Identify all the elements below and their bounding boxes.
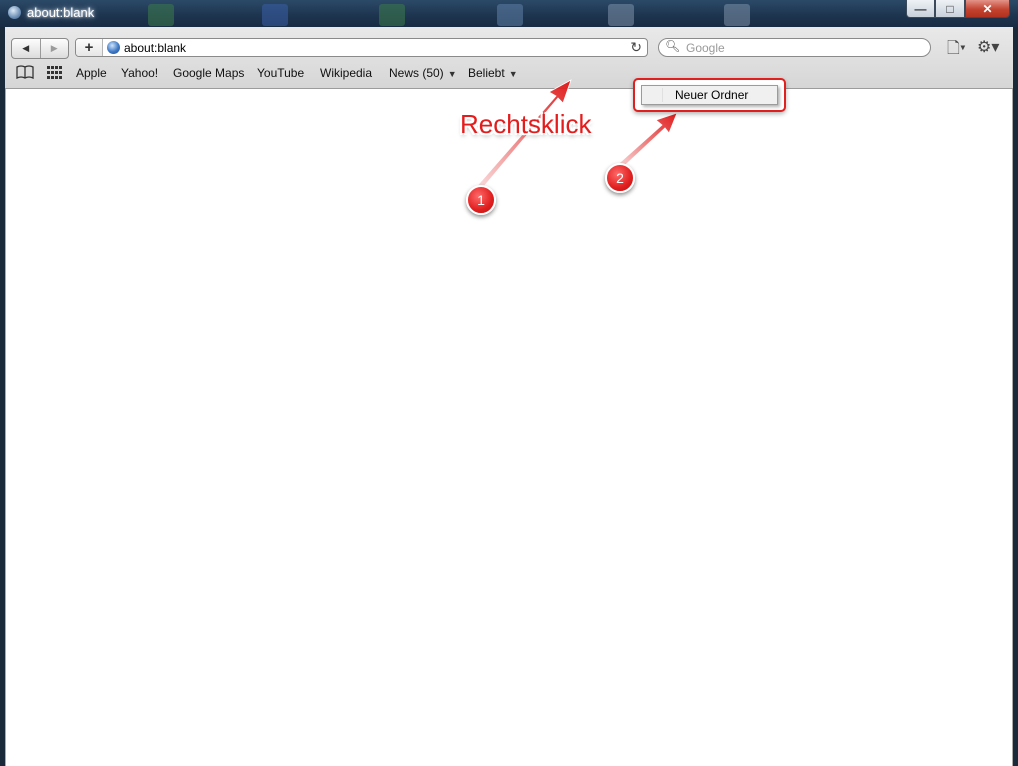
context-menu-highlight: Neuer Ordner <box>633 78 786 112</box>
page-menu-button[interactable]: 🗋▾ <box>947 37 966 64</box>
search-field[interactable]: 🔍︎ Google <box>658 38 931 57</box>
globe-icon <box>107 41 120 54</box>
magnifier-icon: 🔍︎ <box>665 39 681 53</box>
bookmark-youtube[interactable]: YouTube <box>257 66 304 80</box>
bookmarks-bar: Apple Yahoo! Google Maps YouTube Wikiped… <box>5 65 1013 83</box>
chevron-down-icon: ▼ <box>447 69 457 79</box>
menu-icon-column-separator <box>662 88 663 102</box>
maximize-icon: □ <box>946 1 954 16</box>
close-icon: ✕ <box>982 1 993 16</box>
web-content-area[interactable] <box>5 89 1013 766</box>
taskbar-thumbnail-icon <box>724 4 750 26</box>
window-title: about:blank <box>27 5 95 20</box>
bookmark-folder-beliebt[interactable]: Beliebt ▼ <box>468 66 518 80</box>
close-button[interactable]: ✕ <box>965 0 1010 18</box>
forward-button[interactable]: ▶ <box>41 39 69 58</box>
menu-item-new-folder[interactable]: Neuer Ordner <box>675 88 748 102</box>
bookmark-folder-label: News (50) <box>389 66 444 80</box>
bookmark-wikipedia[interactable]: Wikipedia <box>320 66 372 80</box>
navigation-buttons: ◀ ▶ <box>11 38 69 59</box>
step-2-badge: 2 <box>605 163 635 193</box>
chevron-down-icon: ▼ <box>508 69 518 79</box>
taskbar-thumbnail-icon <box>148 4 174 26</box>
gear-icon: ⚙▾ <box>977 39 1000 56</box>
back-button[interactable]: ◀ <box>12 39 41 58</box>
grid-icon <box>47 66 62 79</box>
add-bookmark-button[interactable]: + <box>76 39 103 56</box>
safari-globe-icon <box>8 6 21 19</box>
taskbar-thumbnail-icon <box>262 4 288 26</box>
window-controls: — □ ✕ <box>906 0 1010 20</box>
bookmark-folder-label: Beliebt <box>468 66 505 80</box>
search-placeholder: Google <box>686 41 725 55</box>
reload-button[interactable]: ↻ <box>630 39 642 56</box>
bookmark-apple[interactable]: Apple <box>76 66 107 80</box>
bookmark-folder-news[interactable]: News (50) ▼ <box>389 66 457 80</box>
reading-list-button[interactable] <box>16 65 34 82</box>
window-title-bar: about:blank — □ ✕ <box>0 0 1018 27</box>
taskbar-thumbnail-icon <box>608 4 634 26</box>
back-arrow-icon: ◀ <box>22 43 30 53</box>
minimize-button[interactable]: — <box>906 0 935 18</box>
taskbar-thumbnail-icon <box>379 4 405 26</box>
top-sites-button[interactable] <box>47 66 62 82</box>
step-1-badge: 1 <box>466 185 496 215</box>
forward-arrow-icon: ▶ <box>50 43 58 53</box>
taskbar-thumbnail-icon <box>497 4 523 26</box>
right-click-callout: Rechtsklick <box>460 109 592 139</box>
bookmark-yahoo[interactable]: Yahoo! <box>121 66 158 80</box>
settings-menu-button[interactable]: ⚙▾ <box>977 37 999 57</box>
address-input[interactable]: about:blank <box>124 41 186 55</box>
context-menu: Neuer Ordner <box>641 85 778 105</box>
page-icon: 🗋▾ <box>947 40 966 57</box>
plus-icon: + <box>84 39 94 56</box>
open-book-icon <box>16 65 34 80</box>
maximize-button[interactable]: □ <box>935 0 965 18</box>
address-bar[interactable]: + about:blank ↻ <box>75 38 648 57</box>
bookmark-google-maps[interactable]: Google Maps <box>173 66 244 80</box>
browser-toolbar: ◀ ▶ + about:blank ↻ 🔍︎ Google 🗋▾ ⚙▾ Appl… <box>5 27 1013 89</box>
reload-icon: ↻ <box>630 39 642 55</box>
minimize-icon: — <box>914 1 927 16</box>
